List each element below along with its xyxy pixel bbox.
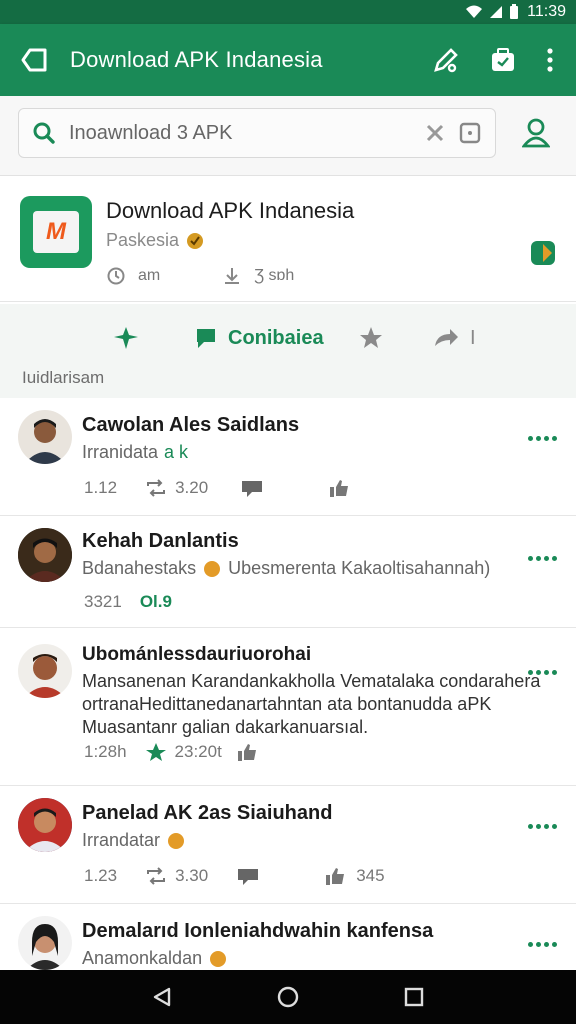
avatar: [18, 410, 72, 464]
list-item[interactable]: Cawolan Ales Saidlans Irranidata a k 1.1…: [0, 398, 576, 516]
search-input[interactable]: Inoawnload 3 APK: [18, 108, 496, 158]
verified-badge-icon: [530, 240, 556, 271]
tab-bar: Conibaiea I Iuidlarisam: [0, 304, 576, 398]
avatar: [18, 798, 72, 852]
like-icon[interactable]: [236, 742, 258, 762]
post-author: Ubománlessdauriuorohai: [82, 644, 312, 665]
edit-button[interactable]: [432, 46, 460, 74]
post-more-button[interactable]: [528, 824, 557, 829]
pen-icon: [434, 48, 458, 73]
badge-icon: [210, 950, 227, 967]
sparkle-icon: [114, 327, 138, 349]
badge-icon: [168, 832, 185, 849]
back-button[interactable]: [0, 47, 70, 73]
post-subtitle: Irrandatar: [82, 830, 186, 851]
post-meta: 1:28h 23:20t: [84, 742, 258, 762]
app-stats: am Ʒ sɒh: [106, 266, 294, 286]
search-area: Inoawnload 3 APK: [0, 96, 576, 176]
search-query: Inoawnload 3 APK: [69, 121, 233, 144]
share-icon: [435, 329, 458, 346]
status-bar: 11:39: [0, 0, 576, 24]
app-bar-title: Download APK Indanesia: [70, 47, 323, 72]
post-subtitle: Bdanahestaks Ubesmerenta Kakaoltisahanna…: [82, 558, 491, 578]
nav-home-icon[interactable]: [276, 985, 300, 1009]
search-icon: [33, 122, 55, 144]
badge-icon: [204, 560, 221, 577]
tab-comments[interactable]: Conibaiea: [194, 326, 324, 350]
post-body: Mansanenan Karandankakholla Vematalaka c…: [82, 671, 541, 737]
post-author: Demalarıd Ionleniahdwahin kanfensa: [82, 920, 434, 942]
badge-icon: [187, 232, 204, 249]
more-vert-icon: [547, 48, 553, 72]
chat-icon: [197, 329, 215, 348]
repost-icon[interactable]: [145, 479, 167, 497]
avatar: [18, 528, 72, 582]
back-arrow-icon: [21, 48, 47, 72]
signal-icon: [490, 6, 503, 18]
post-more-button[interactable]: [528, 436, 557, 441]
post-more-button[interactable]: [528, 942, 557, 947]
list-item[interactable]: Panelad AK 2as Siaiuhand Irrandatar 1.23…: [0, 786, 576, 904]
post-author: Cawolan Ales Saidlans: [82, 414, 300, 436]
overflow-menu-button[interactable]: [546, 48, 554, 72]
app-stat-time: am: [106, 266, 160, 286]
nav-recents-icon[interactable]: [403, 986, 425, 1008]
app-logo-mark-icon: M: [33, 211, 79, 253]
section-label: Iuidlarisam: [22, 368, 105, 387]
app-logo: M: [20, 196, 92, 268]
list-item[interactable]: Demalarıd Ionleniahdwahin kanfensa Anamo…: [0, 904, 576, 970]
user-icon: [521, 118, 551, 148]
scan-icon[interactable]: [459, 122, 481, 144]
briefcase-icon: [492, 48, 514, 71]
tab-share-count: I: [470, 326, 476, 349]
status-time: 11:39: [527, 3, 566, 20]
app-name: Download APK Indanesia: [106, 198, 355, 223]
system-nav-bar: [0, 970, 576, 1024]
briefcase-button[interactable]: [490, 47, 516, 73]
tab-comments-label: Conibaiea: [228, 326, 324, 349]
post-meta: 3321 Ol.9: [84, 592, 172, 611]
download-icon: [225, 268, 240, 284]
comment-icon[interactable]: [236, 866, 260, 886]
app-card[interactable]: M Download APK Indanesia Paskesia am Ʒ s…: [0, 178, 576, 302]
clock-icon: [107, 267, 125, 285]
post-author: Panelad AK 2as Siaiuhand: [82, 802, 333, 824]
comment-icon[interactable]: [240, 478, 264, 498]
post-author: Kehah Danlantis: [82, 530, 239, 552]
nav-back-icon[interactable]: [151, 986, 173, 1008]
star-icon: [360, 327, 382, 348]
post-subtitle: Irranidata a k: [82, 442, 189, 462]
star-icon[interactable]: [145, 742, 167, 762]
post-meta: 1.23 3.30 345: [84, 866, 385, 886]
post-tag: a k: [164, 442, 189, 462]
list-item[interactable]: Kehah Danlantis Bdanahestaks Ubesmerenta…: [0, 516, 576, 628]
list-item[interactable]: Ubománlessdauriuorohai Mansanenan Karand…: [0, 628, 576, 786]
avatar: [18, 916, 72, 970]
post-meta: 1.12 3.20: [84, 478, 350, 498]
profile-button[interactable]: [521, 118, 551, 153]
tab-favorites[interactable]: [358, 325, 384, 351]
post-subtitle: Anamonkaldan: [82, 948, 228, 969]
repost-icon[interactable]: [145, 867, 167, 885]
like-icon[interactable]: [324, 866, 346, 886]
app-subtitle-text: Paskesia: [106, 230, 180, 250]
post-more-button[interactable]: [528, 556, 557, 561]
app-bar: Download APK Indanesia: [0, 24, 576, 96]
app-subtitle: Paskesia: [106, 230, 205, 251]
app-stat-downloads: Ʒ sɒh: [222, 266, 294, 286]
like-icon[interactable]: [328, 478, 350, 498]
avatar: [18, 644, 72, 698]
tab-share[interactable]: I: [432, 326, 476, 350]
wifi-icon: [466, 5, 483, 18]
status-icons: [465, 4, 519, 20]
post-more-button[interactable]: [528, 670, 557, 675]
tab-featured[interactable]: [112, 325, 142, 351]
clear-icon[interactable]: [425, 123, 445, 143]
battery-icon: [510, 4, 519, 19]
